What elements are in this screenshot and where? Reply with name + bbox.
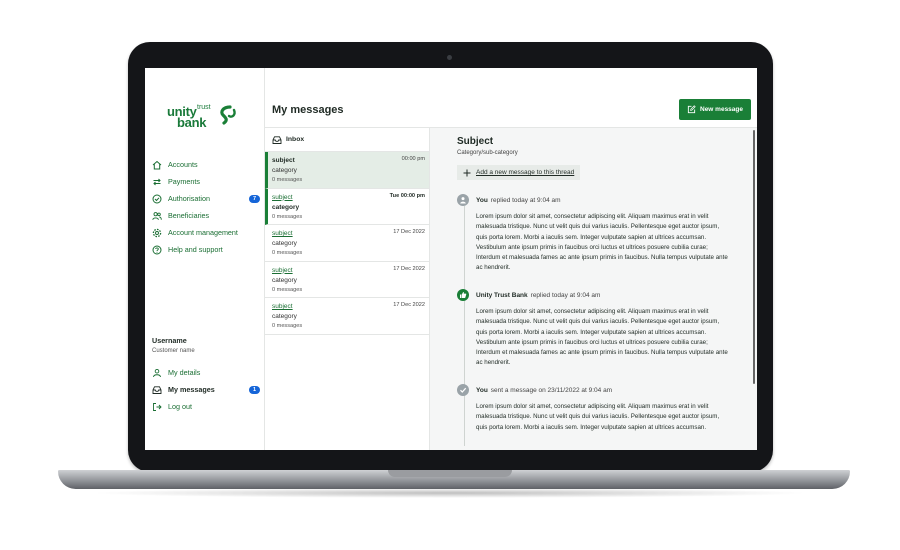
message-thread: Subject Category/sub-category Add a new … xyxy=(430,128,757,450)
message-list-item[interactable]: subject category 0 messages 00:00 pm xyxy=(265,152,429,189)
new-message-button[interactable]: New message xyxy=(679,99,751,120)
thread-subject: Subject xyxy=(457,136,494,147)
message-list-item[interactable]: subject category 0 messages 17 Dec 2022 xyxy=(265,298,429,335)
entry-action: replied today at 9:04 am xyxy=(530,291,601,299)
sidebar-item-label: My messages xyxy=(168,385,215,394)
entry-header: You sent a message on 23/11/2022 at 9:04… xyxy=(457,384,725,396)
person-icon xyxy=(152,368,162,378)
sidebar-item-label: My details xyxy=(168,368,201,377)
message-list-item[interactable]: subject category 0 messages Tue 00:00 pm xyxy=(265,188,429,225)
message-list-item[interactable]: subject category 0 messages 17 Dec 2022 xyxy=(265,262,429,298)
transfer-icon xyxy=(152,177,162,187)
laptop-base-notch xyxy=(388,470,512,477)
logout-icon xyxy=(152,402,162,412)
check-icon xyxy=(457,384,469,396)
sidebar-item-payments[interactable]: Payments xyxy=(152,173,260,190)
plus-icon xyxy=(463,169,471,176)
sidebar-item-label: Authorisation xyxy=(168,194,210,203)
logo-text-trust: trust xyxy=(197,104,211,111)
gear-icon xyxy=(152,228,162,238)
main-nav: Accounts Payments Authorisation 7 Benefi… xyxy=(152,156,260,258)
message-list: Inbox subject category 0 messages 00:00 … xyxy=(265,128,430,450)
sidebar-item-beneficiaries[interactable]: Beneficiaries xyxy=(152,207,260,224)
add-message-label: Add a new message to this thread xyxy=(476,169,575,176)
laptop-shadow xyxy=(90,488,810,498)
unity-trust-bank-logo[interactable]: unity trust bank xyxy=(167,104,247,130)
entry-author: You xyxy=(476,386,488,394)
message-date: 00:00 pm xyxy=(401,156,425,162)
new-message-label: New message xyxy=(700,106,743,113)
thumbs-up-icon xyxy=(457,289,469,301)
user-block: Username Customer name My details My mes… xyxy=(152,336,260,415)
thread-entry: You sent a message on 23/11/2022 at 9:04… xyxy=(457,384,725,433)
entry-action: sent a message on 23/11/2022 at 9:04 am xyxy=(490,386,613,394)
user-avatar-icon xyxy=(457,194,469,206)
message-date: 17 Dec 2022 xyxy=(393,302,425,308)
message-category: category xyxy=(272,203,300,211)
inbox-icon xyxy=(152,385,162,395)
message-date: Tue 00:00 pm xyxy=(389,192,425,199)
page-title: My messages xyxy=(272,104,344,116)
entry-body: Lorem ipsum dolor sit amet, consectetur … xyxy=(476,213,728,272)
message-date: 17 Dec 2022 xyxy=(393,265,425,272)
thread-entry: Unity Trust Bank replied today at 9:04 a… xyxy=(457,289,728,369)
authorisation-count-badge: 7 xyxy=(249,194,260,203)
home-icon xyxy=(152,160,162,170)
people-icon xyxy=(152,211,162,221)
sidebar: unity trust bank Accounts Payments Autho… xyxy=(145,68,265,450)
sidebar-item-label: Help and support xyxy=(168,245,223,254)
sidebar-item-authorisation[interactable]: Authorisation 7 xyxy=(152,190,260,207)
customer-name: Customer name xyxy=(152,348,195,354)
message-category: category xyxy=(272,240,297,247)
thread-scrollbar[interactable] xyxy=(753,130,755,384)
message-category: category xyxy=(272,167,297,174)
sidebar-item-label: Log out xyxy=(168,402,192,411)
sidebar-item-help-and-support[interactable]: Help and support xyxy=(152,241,260,258)
sidebar-item-label: Account management xyxy=(168,228,238,237)
sidebar-item-my-details[interactable]: My details xyxy=(152,364,260,381)
entry-body: Lorem ipsum dolor sit amet, consectetur … xyxy=(476,308,728,367)
sidebar-item-label: Payments xyxy=(168,177,200,186)
message-count: 0 messages xyxy=(272,177,303,183)
logo-mark-icon xyxy=(220,105,236,125)
messages-count-badge: 1 xyxy=(249,385,260,394)
compose-icon xyxy=(687,105,696,114)
laptop-camera xyxy=(447,55,452,60)
username: Username xyxy=(152,336,187,345)
inbox-header[interactable]: Inbox xyxy=(265,128,429,152)
message-category: category xyxy=(272,313,297,320)
thread-entry: You replied today at 9:04 am Lorem ipsum… xyxy=(457,194,728,274)
entry-body: Lorem ipsum dolor sit amet, consectetur … xyxy=(476,403,720,431)
add-message-link[interactable]: Add a new message to this thread xyxy=(457,165,581,180)
check-circle-icon xyxy=(152,194,162,204)
thread-category: Category/sub-category xyxy=(457,150,518,156)
message-list-item[interactable]: subject category 0 messages 17 Dec 2022 xyxy=(265,225,429,262)
message-count: 0 messages xyxy=(272,286,303,293)
question-icon xyxy=(152,245,162,255)
entry-header: Unity Trust Bank replied today at 9:04 a… xyxy=(457,289,725,301)
sidebar-item-account-management[interactable]: Account management xyxy=(152,224,260,241)
inbox-icon xyxy=(272,135,282,145)
message-date: 17 Dec 2022 xyxy=(393,229,425,235)
entry-author: Unity Trust Bank xyxy=(476,291,528,299)
entry-action: replied today at 9:04 am xyxy=(490,196,561,204)
inbox-label: Inbox xyxy=(286,136,305,143)
entry-author: You xyxy=(476,196,488,204)
logo-text-bank: bank xyxy=(177,115,207,130)
sidebar-item-label: Accounts xyxy=(168,160,198,169)
message-count: 0 messages xyxy=(272,323,303,329)
message-category: category xyxy=(272,276,297,284)
message-count: 0 messages xyxy=(272,213,303,220)
sidebar-item-log-out[interactable]: Log out xyxy=(152,398,260,415)
sidebar-item-accounts[interactable]: Accounts xyxy=(152,156,260,173)
app-screen: unity trust bank Accounts Payments Autho… xyxy=(145,68,757,450)
sidebar-item-my-messages[interactable]: My messages 1 xyxy=(152,381,260,398)
sidebar-item-label: Beneficiaries xyxy=(168,211,210,220)
message-count: 0 messages xyxy=(272,250,303,256)
entry-header: You replied today at 9:04 am xyxy=(457,194,725,206)
